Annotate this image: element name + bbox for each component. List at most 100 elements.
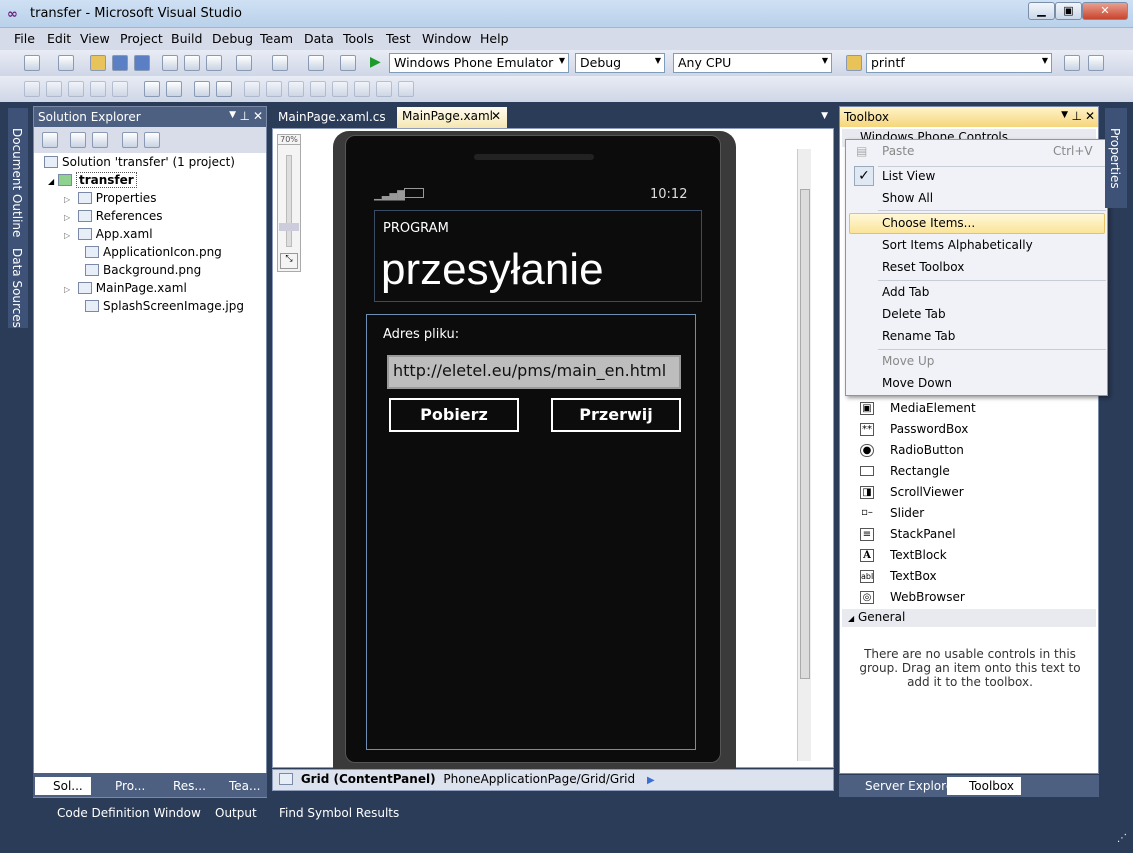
tab-team-explorer[interactable]: Tea...: [211, 777, 260, 795]
document-outline-tab[interactable]: Document Outline: [10, 128, 24, 237]
toolbox-item-webbrowser[interactable]: WebBrowser: [890, 590, 965, 604]
refresh-icon[interactable]: [92, 132, 108, 148]
bookmark-icon[interactable]: [288, 81, 304, 97]
menu-view[interactable]: View: [80, 31, 110, 46]
url-textbox[interactable]: http://eletel.eu/pms/main_en.html: [387, 355, 681, 389]
tab-find-symbol-results[interactable]: Find Symbol Results: [261, 804, 399, 822]
dropdown-icon[interactable]: ▼: [1061, 110, 1068, 120]
menu-item-move-up[interactable]: Move Up: [882, 350, 934, 372]
menu-item-show-all[interactable]: Show All: [882, 187, 933, 209]
tab-solution-explorer[interactable]: Sol...: [35, 777, 91, 795]
tree-item-splashscreen[interactable]: SplashScreenImage.jpg: [85, 297, 244, 315]
align-icon[interactable]: [68, 81, 84, 97]
menu-item-list-view[interactable]: List View: [882, 165, 935, 187]
pin-icon[interactable]: ⊥: [240, 109, 250, 123]
content-panel[interactable]: Adres pliku: http://eletel.eu/pms/main_e…: [366, 314, 696, 750]
menu-item-delete-tab[interactable]: Delete Tab: [882, 303, 946, 325]
open-folder-icon[interactable]: [90, 55, 106, 71]
uncomment-icon[interactable]: [216, 81, 232, 97]
align-icon[interactable]: [112, 81, 128, 97]
platform-select[interactable]: Any CPU ▼: [673, 53, 832, 73]
expanded-arrow-icon[interactable]: ◢: [48, 177, 54, 186]
menu-item-add-tab[interactable]: Add Tab: [882, 281, 929, 303]
toolbox-item-textblock[interactable]: TextBlock: [890, 548, 947, 562]
new-project-icon[interactable]: [24, 55, 40, 71]
pin-icon[interactable]: ⊥: [1072, 109, 1082, 123]
close-icon[interactable]: ✕: [253, 109, 263, 123]
indent-icon[interactable]: [144, 81, 160, 97]
tab-property-manager[interactable]: Pro...: [97, 777, 145, 795]
align-icon[interactable]: [24, 81, 40, 97]
align-icon[interactable]: [90, 81, 106, 97]
project-node[interactable]: ◢ transfer: [48, 171, 137, 189]
menu-data[interactable]: Data: [304, 31, 334, 46]
collapsed-arrow-icon[interactable]: ▷: [64, 231, 70, 240]
tab-code-definition-window[interactable]: Code Definition Window: [37, 804, 201, 822]
align-icon[interactable]: [46, 81, 62, 97]
navigate-forward-icon[interactable]: [340, 55, 356, 71]
toolbox-item-slider[interactable]: Slider: [890, 506, 924, 520]
toolbox-item-stackpanel[interactable]: StackPanel: [890, 527, 956, 541]
toolbox-item-radiobutton[interactable]: RadioButton: [890, 443, 964, 457]
tab-mainpage-xaml[interactable]: MainPage.xaml ✕: [397, 107, 507, 128]
fit-to-screen-icon[interactable]: ⤡: [280, 253, 298, 269]
collapsed-arrow-icon[interactable]: ▷: [64, 195, 70, 204]
minimize-button[interactable]: ▁: [1028, 2, 1055, 20]
menu-window[interactable]: Window: [422, 31, 471, 46]
comment-icon[interactable]: [194, 81, 210, 97]
scroll-thumb[interactable]: [800, 189, 810, 679]
menu-build[interactable]: Build: [171, 31, 202, 46]
menu-item-reset-toolbox[interactable]: Reset Toolbox: [882, 256, 964, 278]
solution-node[interactable]: Solution 'transfer' (1 project): [44, 153, 235, 171]
menu-help[interactable]: Help: [480, 31, 509, 46]
menu-item-move-down[interactable]: Move Down: [882, 372, 952, 394]
bookmark-icon[interactable]: [244, 81, 260, 97]
bookmark-icon[interactable]: [354, 81, 370, 97]
target-device-select[interactable]: Windows Phone Emulator ▼: [389, 53, 569, 73]
properties-icon[interactable]: [42, 132, 58, 148]
menu-item-choose-items[interactable]: Choose Items...: [882, 212, 975, 234]
data-sources-tab[interactable]: Data Sources: [10, 248, 24, 328]
tree-item-references[interactable]: ▷ References: [64, 207, 162, 225]
menu-team[interactable]: Team: [260, 31, 293, 46]
tab-toolbox[interactable]: Toolbox: [947, 777, 1021, 795]
resize-grip-icon[interactable]: ⋰: [1117, 833, 1127, 844]
start-debugging-icon[interactable]: ▶: [370, 54, 381, 70]
cut-icon[interactable]: [162, 55, 178, 71]
tree-item-properties[interactable]: ▷ Properties: [64, 189, 156, 207]
vertical-scrollbar[interactable]: [797, 149, 811, 761]
copy-icon[interactable]: [184, 55, 200, 71]
tree-item-applicationicon[interactable]: ApplicationIcon.png: [85, 243, 222, 261]
breadcrumb-arrow-icon[interactable]: ▶: [647, 775, 655, 786]
menu-edit[interactable]: Edit: [47, 31, 71, 46]
find-combo[interactable]: printf ▼: [866, 53, 1052, 73]
bookmark-icon[interactable]: [376, 81, 392, 97]
zoom-control[interactable]: 70% ⤡: [277, 134, 301, 272]
toolbox-item-scrollviewer[interactable]: ScrollViewer: [890, 485, 964, 499]
show-all-files-icon[interactable]: [70, 132, 86, 148]
configuration-select[interactable]: Debug ▼: [575, 53, 665, 73]
navigate-backward-icon[interactable]: [308, 55, 324, 71]
solution-explorer-icon[interactable]: [1064, 55, 1080, 71]
breadcrumb-path[interactable]: PhoneApplicationPage/Grid/Grid: [443, 772, 635, 786]
download-button[interactable]: Pobierz: [389, 398, 519, 432]
collapsed-arrow-icon[interactable]: ▷: [64, 285, 70, 294]
menu-file[interactable]: File: [14, 31, 35, 46]
save-all-icon[interactable]: [134, 55, 150, 71]
paste-icon[interactable]: [206, 55, 222, 71]
close-icon[interactable]: ✕: [1085, 109, 1095, 123]
zoom-slider[interactable]: [286, 155, 292, 247]
zoom-thumb[interactable]: [279, 223, 299, 231]
bookmark-icon[interactable]: [332, 81, 348, 97]
tree-item-mainpage[interactable]: ▷ MainPage.xaml: [64, 279, 187, 297]
maximize-button[interactable]: ▣: [1055, 2, 1082, 20]
save-icon[interactable]: [112, 55, 128, 71]
redo-icon[interactable]: [272, 55, 288, 71]
collapsed-arrow-icon[interactable]: ▷: [64, 213, 70, 222]
breadcrumb-current[interactable]: Grid (ContentPanel): [301, 772, 436, 786]
undo-icon[interactable]: [236, 55, 252, 71]
find-in-files-icon[interactable]: [846, 55, 862, 71]
close-button[interactable]: ✕: [1082, 2, 1128, 20]
close-tab-icon[interactable]: ✕: [491, 109, 501, 123]
bookmark-icon[interactable]: [266, 81, 282, 97]
